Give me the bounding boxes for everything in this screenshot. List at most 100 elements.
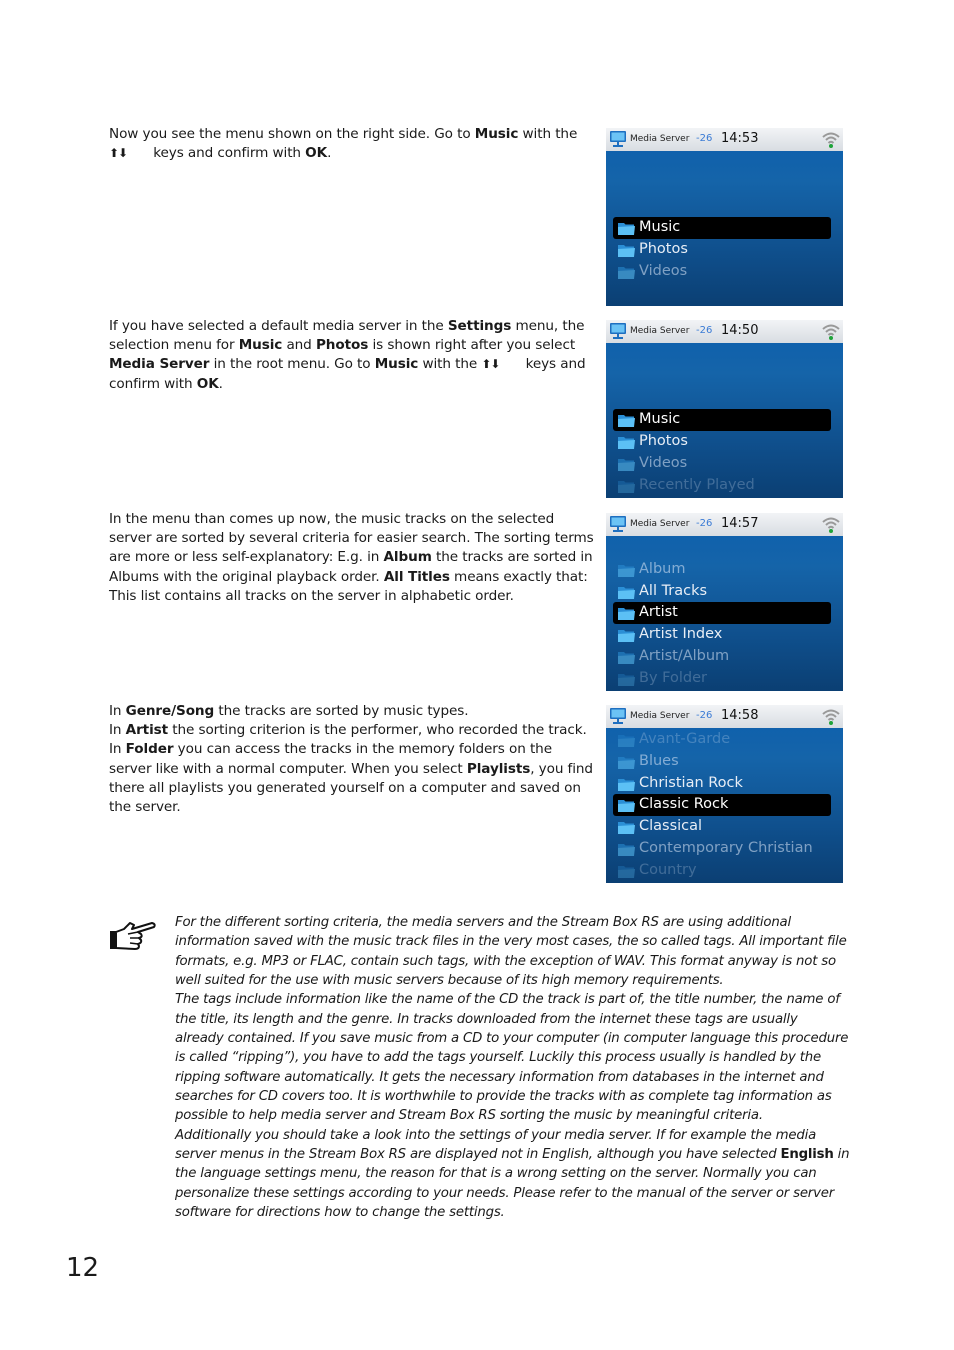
menu-item	[613, 388, 831, 410]
menu-item	[613, 537, 831, 559]
menu-item-selected[interactable]: Artist	[613, 602, 831, 625]
note-paragraph: For the different sorting criteria, the …	[175, 913, 850, 990]
text-run: .	[218, 375, 223, 392]
status-bar: Media Server -26 14:57	[606, 513, 843, 536]
wifi-icon	[821, 322, 841, 341]
bold-term: Artist	[125, 722, 169, 739]
menu-item-label: Classic Rock	[639, 796, 729, 813]
folder-icon	[617, 650, 636, 665]
text-run: If you have selected a default media ser…	[109, 318, 448, 334]
note-text: For the different sorting criteria, the …	[175, 913, 850, 1223]
folder-icon	[617, 265, 636, 280]
menu-item-label: By Folder	[639, 669, 707, 686]
folder-icon	[617, 798, 636, 813]
screen-mockup-2: Media Server -26 14:50 Music Photos Videos Rec…	[606, 320, 843, 498]
bold-term: Media Server	[109, 356, 210, 373]
bold-term: Settings	[447, 318, 512, 334]
bold-term: Folder	[125, 741, 174, 758]
up-down-arrow-keys-icon: ⬆⬇	[109, 146, 128, 161]
status-bar: Media Server -26 14:58	[606, 705, 843, 728]
text-run: the tracks are sorted by music types.	[214, 703, 469, 719]
signal-strength: -26	[696, 518, 713, 529]
menu-list: Music Photos Videos Recently Played	[613, 344, 831, 497]
bold-term: Photos	[315, 337, 369, 354]
menu-item[interactable]: Country	[613, 860, 831, 882]
page-number: 12	[66, 1253, 100, 1283]
folder-icon	[617, 435, 636, 450]
wifi-icon	[821, 130, 841, 149]
menu-item[interactable]: Videos	[613, 453, 831, 475]
menu-item[interactable]: Blues	[613, 751, 831, 773]
menu-item-label: Recently Played	[639, 476, 755, 493]
pointing-hand-icon	[110, 922, 156, 950]
wifi-icon	[821, 515, 841, 534]
text-run: In	[109, 703, 126, 719]
instruction-paragraph-3: In the menu than comes up now, the music…	[109, 510, 595, 606]
text-run: .	[327, 145, 332, 162]
menu-item-selected[interactable]: Music	[613, 217, 831, 240]
menu-item[interactable]: Avant-Garde	[613, 729, 831, 751]
signal-strength: -26	[696, 710, 713, 721]
menu-item-selected[interactable]: Music	[613, 409, 831, 432]
note-paragraph: Additionally you should take a look into…	[175, 1126, 850, 1223]
menu-item-label: Videos	[639, 262, 688, 279]
menu-item[interactable]: Christian Rock	[613, 773, 831, 795]
text-run: For the different sorting criteria, the …	[175, 915, 847, 989]
menu-item-label: Music	[639, 411, 681, 428]
folder-icon	[617, 606, 636, 621]
bold-term: Music	[238, 337, 283, 354]
menu-item[interactable]: Artist/Album	[613, 646, 831, 668]
clock: 14:50	[721, 323, 759, 338]
instruction-paragraph-4: In Genre/Song the tracks are sorted by m…	[109, 702, 595, 817]
bold-term: Music	[474, 126, 519, 142]
menu-item-selected[interactable]: Classic Rock	[613, 794, 831, 817]
folder-icon	[617, 820, 636, 835]
menu-item-label: Videos	[639, 454, 688, 471]
menu-item-label: Album	[639, 560, 686, 577]
menu-item-label: Blues	[639, 752, 679, 769]
menu-item[interactable]: Classical	[613, 816, 831, 838]
menu-item[interactable]: Recently Played	[613, 475, 831, 497]
text-run: Additionally you should take a look into…	[175, 1127, 817, 1163]
wifi-icon	[821, 707, 841, 726]
menu-item-label: Classical	[639, 818, 703, 835]
menu-item[interactable]: Contemporary Christian	[613, 838, 831, 860]
menu-list: Avant-Garde Blues Christian Rock Classic Ro…	[613, 729, 831, 882]
menu-item[interactable]: Artist Index	[613, 624, 831, 646]
status-bar: Media Server -26 14:50	[606, 320, 843, 343]
folder-icon	[617, 755, 636, 770]
bold-term: All Titles	[383, 568, 450, 585]
clock: 14:53	[721, 131, 759, 146]
screen-mockup-4: Media Server -26 14:58 Avant-Garde Blues Chri…	[606, 705, 843, 883]
menu-item-label: Music	[639, 219, 681, 236]
status-title: Media Server	[630, 711, 690, 721]
menu-item-label: Photos	[639, 433, 688, 450]
bold-term: Album	[383, 549, 432, 566]
menu-list: Album All Tracks Artist Artist Index Artist/…	[613, 537, 831, 690]
menu-item[interactable]: Album	[613, 559, 831, 581]
status-bar: Media Server -26 14:53	[606, 128, 843, 151]
text-run: In	[109, 741, 126, 758]
menu-item[interactable]: Photos	[613, 431, 831, 453]
menu-item[interactable]: All Tracks	[613, 581, 831, 603]
bold-term: English	[780, 1147, 834, 1163]
clock: 14:57	[721, 516, 759, 531]
note-paragraph: The tags include information like the na…	[175, 990, 850, 1125]
menu-item[interactable]: Photos	[613, 239, 831, 261]
folder-icon	[617, 563, 636, 578]
text-run: the sorting criterion is the performer, …	[168, 722, 587, 739]
bold-term: OK	[305, 145, 328, 162]
bold-term: Genre/Song	[125, 703, 215, 719]
menu-item	[613, 196, 831, 218]
text-run: in the root menu. Go to	[209, 356, 375, 373]
media-server-computer-icon	[609, 130, 627, 148]
text-run: with the	[518, 126, 578, 142]
menu-list: Music Photos Videos	[613, 152, 831, 283]
bold-term: Playlists	[466, 760, 531, 777]
folder-icon	[617, 672, 636, 687]
menu-item[interactable]: Videos	[613, 261, 831, 283]
text-run: and	[282, 337, 316, 354]
menu-item[interactable]: By Folder	[613, 668, 831, 690]
menu-item-label: Artist Index	[639, 626, 723, 643]
folder-icon	[617, 457, 636, 472]
